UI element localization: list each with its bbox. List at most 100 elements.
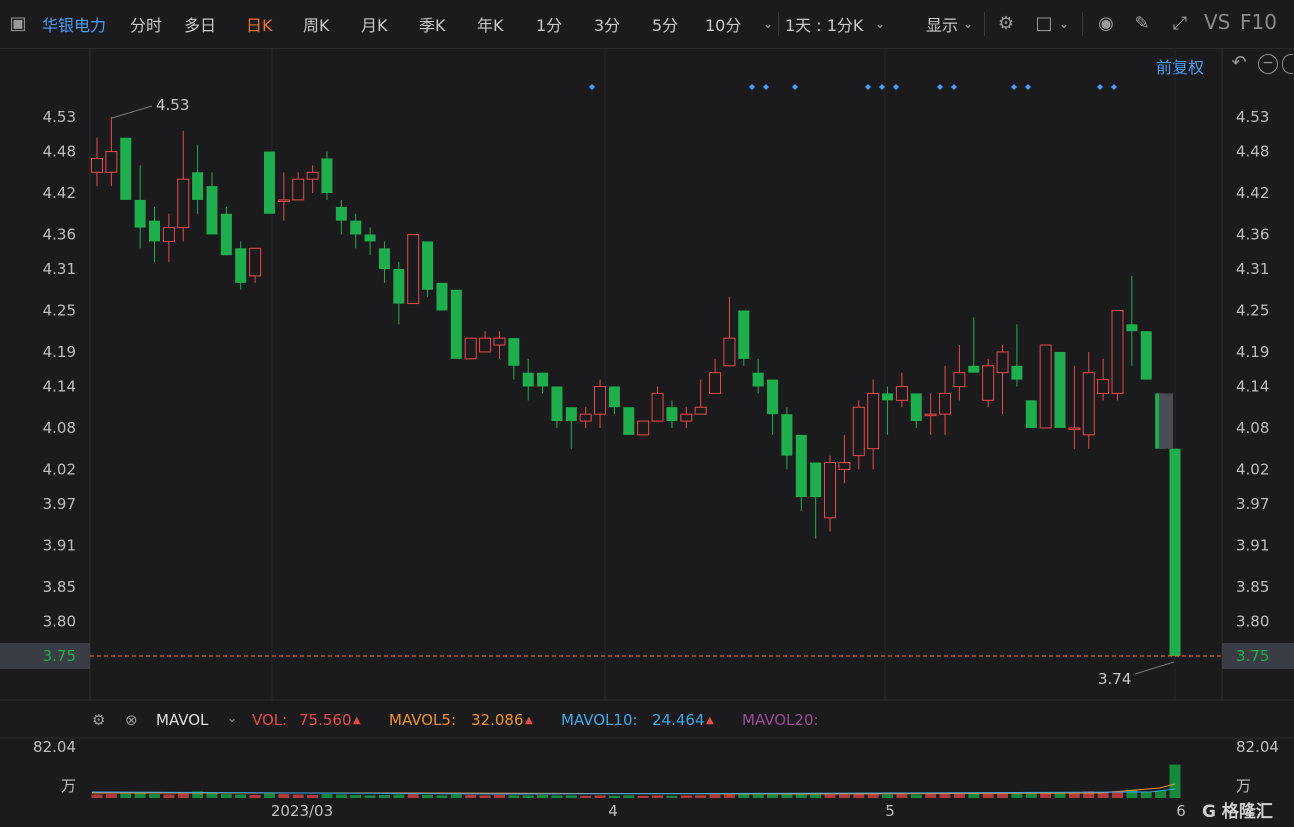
candle-body <box>522 372 534 387</box>
volume-bar <box>120 793 132 798</box>
up-arrow-icon: ▲ <box>525 715 533 726</box>
price-tick-right: 3.80 <box>1236 612 1269 630</box>
tab-weekly-k[interactable]: 周K <box>303 12 330 36</box>
vol-value: 75.560 <box>299 711 352 729</box>
volume-bar <box>623 795 635 798</box>
price-axis: 4.53 4.53 4.48 4.48 4.42 4.42 4.36 4.36 4.31 4.31… <box>0 96 1294 688</box>
zoom-out-icon[interactable]: − <box>1258 54 1278 74</box>
candle-body <box>134 199 146 228</box>
price-tick-right: 4.53 <box>1236 108 1269 126</box>
volume-bar <box>220 794 232 798</box>
tab-10min[interactable]: 10分 <box>705 12 741 36</box>
tab-daily-k[interactable]: 日K <box>246 12 273 36</box>
chevron-down-icon[interactable]: ⌄ <box>756 12 780 36</box>
price-tick-right: 4.36 <box>1236 225 1269 243</box>
current-price-right: 3.75 <box>1236 647 1269 665</box>
candle-body <box>235 248 247 283</box>
fullscreen-icon[interactable]: ⤢ <box>1168 12 1192 36</box>
volume-bar <box>105 794 117 798</box>
price-chart[interactable]: 4.53 4.53 4.48 4.48 4.42 4.42 4.36 4.36 4.31 4.31… <box>0 0 1294 827</box>
tab-5min[interactable]: 5分 <box>652 12 678 36</box>
indicator-name[interactable]: MAVOL <box>156 711 208 729</box>
candle-body <box>781 414 793 456</box>
volume-bar <box>537 794 549 798</box>
candle-body <box>838 462 851 470</box>
volume-bar <box>896 794 908 798</box>
candle-body <box>364 234 376 242</box>
candle-body <box>206 186 218 235</box>
event-marker <box>749 84 755 90</box>
up-arrow-icon: ▲ <box>706 715 714 726</box>
divider <box>1082 12 1083 36</box>
volume-bar <box>752 794 764 798</box>
chevron-down-icon[interactable]: ⌄ <box>1052 12 1076 36</box>
gear-icon[interactable]: ⚙ <box>994 12 1018 36</box>
interval-select[interactable]: 1天 : 1分K <box>785 12 863 36</box>
volume-bar <box>350 794 362 798</box>
candle-body <box>91 157 103 173</box>
display-menu[interactable]: 显示 <box>926 12 958 36</box>
price-tick-left: 4.25 <box>43 301 76 319</box>
chevron-down-icon[interactable]: ⌄ <box>227 711 237 725</box>
candle-body <box>436 282 448 311</box>
chart-grid <box>0 48 1294 739</box>
candle-body <box>148 220 160 242</box>
stock-name[interactable]: 华银电力 <box>42 12 106 36</box>
candle-body <box>651 392 664 422</box>
close-icon[interactable]: ⊗ <box>125 711 138 729</box>
candle-body <box>968 365 980 373</box>
candle-body <box>1039 344 1052 429</box>
tab-3min[interactable]: 3分 <box>594 12 620 36</box>
event-marker <box>763 84 769 90</box>
undo-icon[interactable]: ↶ <box>1230 54 1248 72</box>
camera-icon[interactable]: ◉ <box>1094 12 1118 36</box>
chevron-down-icon[interactable]: ⌄ <box>868 12 892 36</box>
volume-bar <box>594 795 606 798</box>
sidebar-toggle-icon[interactable]: ▣ <box>6 12 30 36</box>
volume-bar <box>292 794 304 798</box>
candle-body <box>565 407 577 422</box>
vol-axis-unit-right: 万 <box>1236 777 1251 795</box>
tab-fenshi[interactable]: 分时 <box>130 12 162 36</box>
max-price-label: 4.53 <box>156 96 189 114</box>
min-price-label: 3.74 <box>1098 670 1131 688</box>
gear-icon[interactable]: ⚙ <box>92 711 105 729</box>
candle-body <box>249 247 262 277</box>
candle-body <box>1126 324 1138 332</box>
vs-button[interactable]: VS <box>1204 10 1230 34</box>
current-price-badge-left <box>0 643 90 669</box>
tab-monthly-k[interactable]: 月K <box>361 12 388 36</box>
candle-body <box>162 227 175 242</box>
vol-label: VOL: <box>252 711 288 729</box>
volume-bar <box>1083 791 1095 798</box>
volume-bar <box>148 794 160 798</box>
f10-button[interactable]: F10 <box>1240 10 1277 34</box>
candle-body <box>1169 448 1181 656</box>
tab-duori[interactable]: 多日 <box>184 12 216 36</box>
candle-body <box>220 213 232 256</box>
volume-bar <box>882 794 894 798</box>
zoom-in-icon[interactable] <box>1282 54 1293 74</box>
candle-body <box>608 386 620 408</box>
candle-body <box>752 372 764 387</box>
event-marker <box>1097 84 1103 90</box>
tab-yearly-k[interactable]: 年K <box>477 12 504 36</box>
pencil-icon[interactable]: ✎ <box>1130 12 1154 36</box>
price-tick-right: 4.25 <box>1236 301 1269 319</box>
tab-1min[interactable]: 1分 <box>536 12 562 36</box>
min-leader <box>1134 661 1175 675</box>
volume-bar <box>263 793 275 798</box>
tab-quarterly-k[interactable]: 季K <box>419 12 446 36</box>
candle-body <box>192 172 204 200</box>
chevron-down-icon[interactable]: ⌄ <box>956 12 980 36</box>
candle-body <box>924 413 937 417</box>
volume-bar <box>608 795 620 798</box>
adjust-mode[interactable]: 前复权 <box>1156 54 1204 78</box>
price-tick-right: 4.48 <box>1236 143 1269 161</box>
volume-bar <box>1054 792 1066 798</box>
candle-body <box>666 407 678 422</box>
date-axis: 2023/03 4 5 6 <box>271 802 1186 820</box>
event-marker <box>865 84 871 90</box>
date-label: 2023/03 <box>271 802 333 820</box>
event-markers <box>589 84 1117 90</box>
